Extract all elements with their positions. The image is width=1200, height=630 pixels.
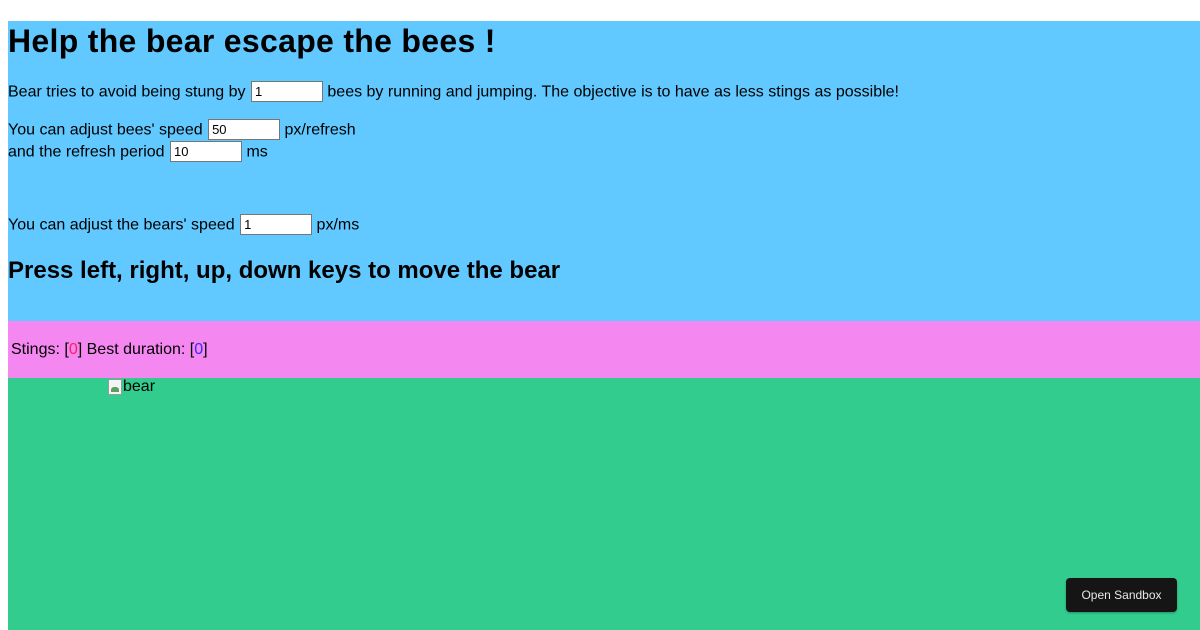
score-text: Stings: [0] Best duration: [0]	[11, 341, 208, 359]
refresh-period-unit: ms	[246, 143, 268, 161]
refresh-period-label: and the refresh period	[8, 143, 165, 161]
refresh-period-line: and the refresh period ms	[8, 141, 268, 163]
bear-image[interactable]: bear	[108, 378, 155, 396]
score-bar: Stings: [0] Best duration: [0]	[8, 321, 1200, 378]
bear-speed-label: You can adjust the bears' speed	[8, 216, 235, 234]
bees-speed-line: You can adjust bees' speed px/refresh	[8, 119, 356, 141]
bees-count-label: Bear tries to avoid being stung by	[8, 83, 246, 101]
best-duration-close: ]	[203, 341, 208, 358]
broken-image-icon	[108, 379, 122, 395]
best-duration-label: Best duration: [	[86, 341, 195, 358]
bees-count-input[interactable]	[250, 81, 323, 102]
bees-count-line: Bear tries to avoid being stung by bees …	[8, 81, 899, 103]
settings-panel: Help the bear escape the bees ! Bear tri…	[8, 21, 1200, 321]
bear-speed-line: You can adjust the bears' speed px/ms	[8, 214, 360, 236]
bear-alt-text: bear	[123, 378, 156, 395]
open-sandbox-button[interactable]: Open Sandbox	[1066, 578, 1177, 612]
bees-speed-input[interactable]	[208, 119, 281, 140]
stings-close: ]	[77, 341, 83, 358]
bear-speed-input[interactable]	[240, 214, 313, 235]
bees-count-description: bees by running and jumping. The objecti…	[327, 83, 899, 101]
game-board[interactable]: bear	[8, 378, 1200, 630]
stings-label: Stings: [	[11, 341, 69, 358]
page-title: Help the bear escape the bees !	[8, 23, 496, 59]
instructions-heading: Press left, right, up, down keys to move…	[8, 257, 561, 284]
best-duration-value: 0	[194, 341, 204, 358]
refresh-period-input[interactable]	[170, 141, 242, 162]
bear-speed-unit: px/ms	[316, 216, 360, 234]
bees-speed-unit: px/refresh	[284, 121, 356, 139]
bees-speed-label: You can adjust bees' speed	[8, 121, 203, 139]
stings-count: 0	[68, 341, 78, 358]
